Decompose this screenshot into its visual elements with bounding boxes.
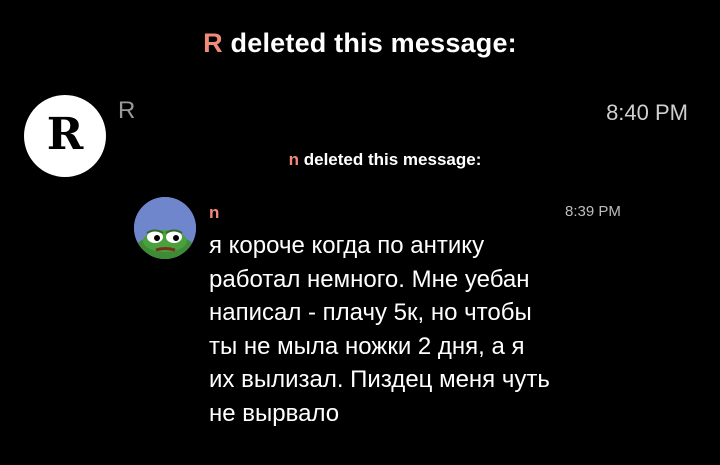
nested-deleted-sender[interactable]: n — [289, 150, 299, 169]
header-deleted-text: deleted this message: — [222, 28, 517, 58]
message-line: не вырвало — [209, 399, 340, 427]
nested-deleted-text: deleted this message: — [299, 150, 482, 169]
message-body: я короче когда по антику работал немного… — [209, 229, 609, 430]
message-line: я короче когда по антику — [209, 232, 485, 259]
message-timestamp: 8:40 PM — [606, 100, 688, 125]
deleted-message-header: R deleted this message: — [0, 28, 720, 59]
pepe-frog-icon — [134, 197, 196, 259]
header-sender-name[interactable]: R — [203, 28, 223, 58]
message-line: работал немного. Мне уебан — [209, 265, 530, 293]
nested-sender-name[interactable]: n — [209, 203, 219, 223]
message-line: написал - плачу 5к, но чтобы — [209, 299, 532, 326]
message-line: ты не мыла ножки 2 дня, а я — [209, 332, 525, 360]
message-line: их вылизал. Пиздец меня чуть — [209, 366, 550, 393]
nested-timestamp: 8:39 PM — [565, 203, 621, 220]
sender-avatar-n[interactable] — [134, 197, 196, 259]
nested-deleted-notice: n deleted this message: — [0, 150, 720, 170]
message-sender-name[interactable]: R — [118, 97, 135, 125]
